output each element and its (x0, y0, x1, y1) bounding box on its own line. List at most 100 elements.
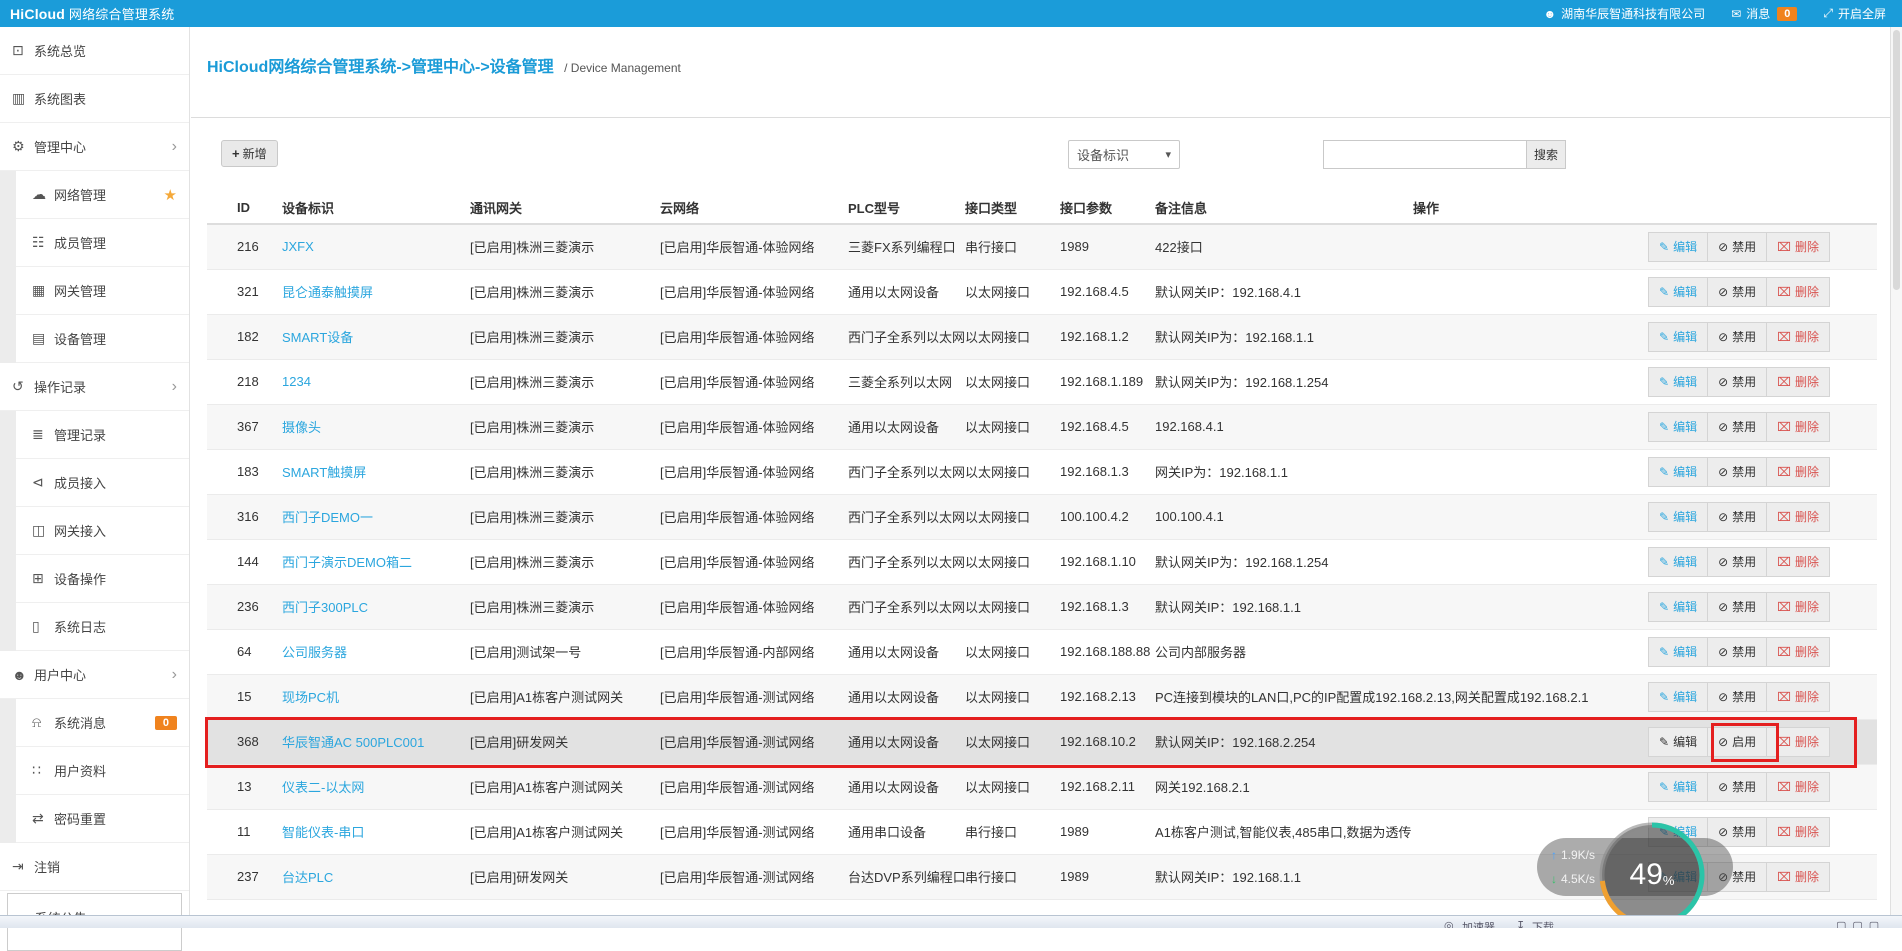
monitor-icon: ⊡ (12, 42, 34, 59)
sidebar-item-network-mgmt[interactable]: ☁网络管理★ (16, 171, 189, 219)
device-link[interactable]: 公司服务器 (282, 645, 347, 660)
company-menu[interactable]: ☻ 湖南华辰智通科技有限公司 (1544, 5, 1706, 22)
disable-button[interactable]: ⊘禁用 (1707, 502, 1767, 532)
delete-button[interactable]: ⌧删除 (1766, 502, 1830, 532)
sidebar-item-member-mgmt[interactable]: ☷成员管理 (16, 219, 189, 267)
toggle-disable-icon: ⊘ (1718, 780, 1728, 794)
disable-button[interactable]: ⊘禁用 (1707, 367, 1767, 397)
edit-button[interactable]: ✎编辑 (1648, 232, 1708, 262)
device-link[interactable]: 西门子300PLC (282, 600, 368, 615)
disable-button[interactable]: ⊘禁用 (1707, 682, 1767, 712)
search-button[interactable]: 搜索 (1526, 140, 1566, 169)
delete-button[interactable]: ⌧删除 (1766, 322, 1830, 352)
delete-button[interactable]: ⌧删除 (1766, 592, 1830, 622)
cell-cloud: [已启用]华辰智通-体验网络 (660, 539, 848, 584)
edit-button[interactable]: ✎编辑 (1648, 772, 1708, 802)
edit-button[interactable]: ✎编辑 (1648, 277, 1708, 307)
progress-circle[interactable]: 49 % (1597, 820, 1707, 930)
delete-button-label: 删除 (1795, 823, 1819, 840)
edit-button[interactable]: ✎编辑 (1648, 502, 1708, 532)
device-link[interactable]: 摄像头 (282, 420, 321, 435)
delete-button[interactable]: ⌧删除 (1766, 232, 1830, 262)
disable-button[interactable]: ⊘禁用 (1707, 772, 1767, 802)
sidebar-item-device-mgmt[interactable]: ▤设备管理 (16, 315, 189, 363)
statusbar-icons[interactable]: ▢▢▢ (1836, 919, 1885, 928)
device-link[interactable]: 昆仑通泰触摸屏 (282, 285, 373, 300)
delete-button[interactable]: ⌧删除 (1766, 727, 1830, 757)
sidebar-item-label: 设备操作 (54, 569, 106, 588)
disable-button[interactable]: ⊘禁用 (1707, 592, 1767, 622)
edit-button[interactable]: ✎编辑 (1648, 727, 1708, 757)
disable-button[interactable]: ⊘禁用 (1707, 547, 1767, 577)
edit-button[interactable]: ✎编辑 (1648, 547, 1708, 577)
accelerator-label[interactable]: 加速器 (1462, 919, 1495, 928)
edit-button[interactable]: ✎编辑 (1648, 412, 1708, 442)
device-link[interactable]: SMART触摸屏 (282, 465, 366, 480)
sidebar-item-system-messages[interactable]: ⍾系统消息0 (16, 699, 189, 747)
edit-button[interactable]: ✎编辑 (1648, 592, 1708, 622)
accelerator-icon: ◎ (1444, 919, 1454, 928)
delete-button[interactable]: ⌧删除 (1766, 817, 1830, 847)
sidebar-item-charts[interactable]: ▥系统图表 (0, 75, 189, 123)
disable-button[interactable]: ⊘禁用 (1707, 457, 1767, 487)
device-link[interactable]: 仪表二-以太网 (282, 780, 364, 795)
delete-button[interactable]: ⌧删除 (1766, 862, 1830, 892)
disable-button[interactable]: ⊘禁用 (1707, 322, 1767, 352)
sidebar-item-gateway-access[interactable]: ◫网关接入 (16, 507, 189, 555)
delete-button[interactable]: ⌧删除 (1766, 277, 1830, 307)
device-link[interactable]: 台达PLC (282, 870, 333, 885)
sidebar-item-system-logs[interactable]: ▯系统日志 (16, 603, 189, 651)
arrow-down-icon: ↓ (1551, 872, 1557, 886)
edit-button[interactable]: ✎编辑 (1648, 682, 1708, 712)
device-link[interactable]: 智能仪表-串口 (282, 825, 364, 840)
delete-button[interactable]: ⌧删除 (1766, 457, 1830, 487)
device-link[interactable]: 现场PC机 (282, 690, 339, 705)
cell-gateway: [已启用]株洲三菱演示 (470, 539, 660, 584)
edit-button[interactable]: ✎编辑 (1648, 457, 1708, 487)
delete-button[interactable]: ⌧删除 (1766, 637, 1830, 667)
cell-iftype: 串行接口 (965, 854, 1060, 899)
delete-button[interactable]: ⌧删除 (1766, 682, 1830, 712)
download-label[interactable]: 下载 (1532, 919, 1554, 928)
device-link[interactable]: JXFX (282, 239, 314, 254)
sidebar-item-user-center[interactable]: ☻用户中心› (0, 651, 189, 699)
sidebar-item-password-reset[interactable]: ⇄密码重置 (16, 795, 189, 843)
vertical-scrollbar[interactable] (1890, 27, 1902, 915)
sidebar-item-member-access[interactable]: ⊲成员接入 (16, 459, 189, 507)
sidebar-item-user-profile[interactable]: ∷用户资料 (16, 747, 189, 795)
disable-button[interactable]: ⊘禁用 (1707, 277, 1767, 307)
messages-menu[interactable]: ✉ 消息 0 (1731, 5, 1797, 22)
delete-button[interactable]: ⌧删除 (1766, 412, 1830, 442)
device-link[interactable]: 华辰智通AC 500PLC001 (282, 735, 424, 750)
disable-button[interactable]: ⊘禁用 (1707, 412, 1767, 442)
edit-button[interactable]: ✎编辑 (1648, 322, 1708, 352)
fullscreen-button[interactable]: ⤢ 开启全屏 (1823, 5, 1886, 22)
cell-ifparam: 192.168.4.5 (1060, 404, 1155, 449)
cell-plc: 通用以太网设备 (848, 404, 965, 449)
enable-button[interactable]: ⊘启用 (1707, 727, 1767, 757)
sidebar-item-op-records[interactable]: ↺操作记录› (0, 363, 189, 411)
delete-button[interactable]: ⌧删除 (1766, 367, 1830, 397)
disable-button[interactable]: ⊘禁用 (1707, 232, 1767, 262)
sidebar-item-logout[interactable]: ⇥注销 (0, 843, 189, 891)
sidebar-item-overview[interactable]: ⊡系统总览 (0, 27, 189, 75)
scrollbar-thumb[interactable] (1893, 30, 1900, 290)
trash-icon: ⌧ (1777, 600, 1791, 614)
device-link[interactable]: 西门子DEMO一 (282, 510, 373, 525)
add-device-button[interactable]: + 新增 (221, 140, 278, 167)
search-input[interactable] (1323, 140, 1527, 169)
toggle-disable-icon: ⊘ (1718, 375, 1728, 389)
sidebar-item-device-ops[interactable]: ⊞设备操作 (16, 555, 189, 603)
filter-dropdown[interactable]: 设备标识 ▾ (1068, 140, 1180, 169)
device-link[interactable]: 1234 (282, 374, 311, 389)
sidebar-item-admin-center[interactable]: ⚙管理中心› (0, 123, 189, 171)
edit-button[interactable]: ✎编辑 (1648, 637, 1708, 667)
sidebar-item-gateway-mgmt[interactable]: ▦网关管理 (16, 267, 189, 315)
delete-button[interactable]: ⌧删除 (1766, 772, 1830, 802)
disable-button[interactable]: ⊘禁用 (1707, 637, 1767, 667)
edit-button[interactable]: ✎编辑 (1648, 367, 1708, 397)
sidebar-item-admin-records[interactable]: ≣管理记录 (16, 411, 189, 459)
device-link[interactable]: 西门子演示DEMO箱二 (282, 555, 412, 570)
delete-button[interactable]: ⌧删除 (1766, 547, 1830, 577)
device-link[interactable]: SMART设备 (282, 330, 353, 345)
